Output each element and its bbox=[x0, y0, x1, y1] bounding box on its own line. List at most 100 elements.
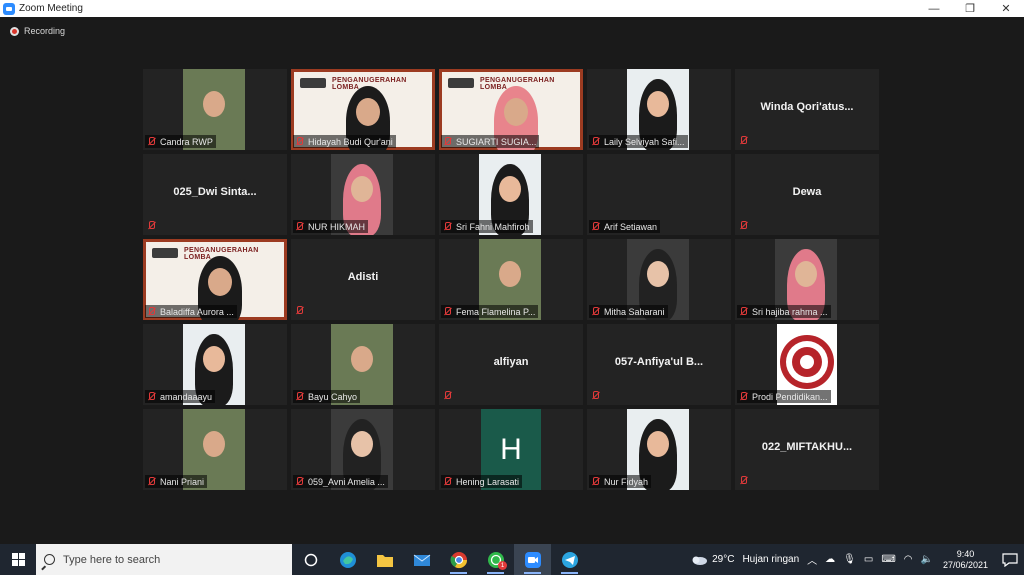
participant-name-label: Nani Priani bbox=[145, 475, 208, 488]
participant-tile[interactable]: Dewa bbox=[735, 154, 879, 235]
participant-tile[interactable]: Candra RWP bbox=[143, 69, 287, 150]
zoom-taskbar-button[interactable] bbox=[514, 544, 551, 575]
mail-icon bbox=[413, 554, 430, 566]
muted-mic-icon bbox=[591, 221, 600, 232]
participant-tile[interactable]: Nani Priani bbox=[143, 409, 287, 490]
participant-display-name: alfiyan bbox=[493, 356, 529, 368]
participant-tile[interactable]: Nur Fidyah bbox=[587, 409, 731, 490]
participant-tile[interactable]: PENGANUGERAHAN LOMBA Hidayah Budi Qur'ani bbox=[291, 69, 435, 150]
muted-mic-icon bbox=[443, 136, 452, 147]
participant-display-name: Adisti bbox=[347, 271, 379, 283]
participant-tile[interactable]: 025_Dwi Sinta... bbox=[143, 154, 287, 235]
participant-name-label: Bayu Cahyo bbox=[293, 390, 361, 403]
participant-name: Mitha Saharani bbox=[604, 306, 665, 317]
chevron-up-icon[interactable]: ︿ bbox=[807, 552, 817, 567]
participant-tile[interactable]: PENGANUGERAHAN LOMBA SUGIARTI SUGIA... bbox=[439, 69, 583, 150]
system-tray: 29°C Hujan ringan ︿ ☁ 🎙 ▭ ⌨ ◠ 🔈 9:40 27/… bbox=[690, 544, 1024, 575]
person-face bbox=[795, 261, 817, 287]
task-view-icon bbox=[304, 553, 317, 566]
notification-center-button[interactable] bbox=[996, 544, 1024, 575]
task-view-button[interactable] bbox=[292, 544, 329, 575]
participant-name-label: Mitha Saharani bbox=[589, 305, 668, 318]
participant-tile[interactable]: PENGANUGERAHAN LOMBA Baladiffa Aurora ... bbox=[143, 239, 287, 320]
participant-tile[interactable]: Fema Flamelina P... bbox=[439, 239, 583, 320]
muted-mic-icon bbox=[295, 221, 304, 232]
participant-tile[interactable]: 057-Anfiya'ul B... bbox=[587, 324, 731, 405]
participant-name-label: Hidayah Budi Qur'ani bbox=[293, 135, 396, 148]
recording-indicator[interactable]: Recording bbox=[10, 26, 65, 36]
edge-button[interactable] bbox=[329, 544, 366, 575]
participant-name-label: Sri hajiba rahma ... bbox=[737, 305, 831, 318]
participant-name: Candra RWP bbox=[160, 136, 213, 147]
participant-name: Prodi Pendidikan... bbox=[752, 391, 828, 402]
battery-icon[interactable]: ▭ bbox=[864, 554, 873, 565]
wifi-icon[interactable]: ◠ bbox=[904, 554, 913, 565]
participant-tile[interactable]: Laily Selviyah Safi... bbox=[587, 69, 731, 150]
taskbar-search[interactable]: Type here to search bbox=[36, 544, 292, 575]
university-seal-icon bbox=[780, 335, 834, 389]
restore-button[interactable]: ❐ bbox=[952, 0, 988, 17]
participant-tile[interactable]: Adisti bbox=[291, 239, 435, 320]
presenter-face bbox=[356, 98, 380, 126]
muted-mic-icon bbox=[443, 221, 452, 232]
chrome-button[interactable] bbox=[440, 544, 477, 575]
participant-name-label: Hening Larasati bbox=[441, 475, 523, 488]
person-face bbox=[203, 346, 225, 372]
participant-name-label: Prodi Pendidikan... bbox=[737, 390, 831, 403]
participant-name-label: Fema Flamelina P... bbox=[441, 305, 539, 318]
participant-tile[interactable]: amandaaayu bbox=[143, 324, 287, 405]
volume-icon[interactable]: 🔈 bbox=[921, 554, 933, 565]
microphone-icon[interactable]: 🎙 bbox=[843, 554, 856, 565]
clock-date: 27/06/2021 bbox=[942, 559, 988, 570]
onedrive-icon[interactable]: ☁ bbox=[825, 554, 835, 565]
participant-name: Bayu Cahyo bbox=[308, 391, 358, 402]
keyboard-icon[interactable]: ⌨ bbox=[881, 554, 895, 565]
participant-tile[interactable]: Prodi Pendidikan... bbox=[735, 324, 879, 405]
weather-temp[interactable]: 29°C bbox=[712, 554, 734, 565]
telegram-button[interactable] bbox=[551, 544, 588, 575]
muted-mic-icon bbox=[295, 306, 304, 316]
participant-tile[interactable]: alfiyan bbox=[439, 324, 583, 405]
participant-name: Sri hajiba rahma ... bbox=[752, 306, 828, 317]
minimize-button[interactable]: — bbox=[916, 0, 952, 17]
start-button[interactable] bbox=[0, 544, 36, 575]
notification-icon bbox=[1002, 552, 1018, 567]
participant-name-label: SUGIARTI SUGIA... bbox=[441, 135, 540, 148]
muted-mic-icon bbox=[147, 306, 156, 317]
participant-name-label: Candra RWP bbox=[145, 135, 216, 148]
clock[interactable]: 9:40 27/06/2021 bbox=[943, 549, 988, 571]
participant-tile[interactable]: Sri Fahni Mahfiroh bbox=[439, 154, 583, 235]
search-placeholder: Type here to search bbox=[63, 553, 161, 566]
chrome-icon bbox=[450, 551, 467, 568]
taskbar: Type here to search 1 29°C Hujan ringan … bbox=[0, 544, 1024, 575]
participant-tile[interactable]: Arif Setiawan bbox=[587, 154, 731, 235]
muted-mic-icon bbox=[147, 221, 156, 231]
zoom-app-icon bbox=[3, 2, 15, 15]
participant-tile[interactable]: 059_Avni Amelia ... bbox=[291, 409, 435, 490]
participant-name: Arif Setiawan bbox=[604, 221, 658, 232]
participant-tile[interactable]: NUR HIKMAH bbox=[291, 154, 435, 235]
slide-title: PENGANUGERAHAN LOMBA bbox=[480, 77, 555, 91]
weather-desc[interactable]: Hujan ringan bbox=[742, 554, 799, 565]
file-explorer-button[interactable] bbox=[366, 544, 403, 575]
participant-name: Nani Priani bbox=[160, 476, 205, 487]
participant-tile[interactable]: H Hening Larasati bbox=[439, 409, 583, 490]
participant-tile[interactable]: 022_MIFTAKHU... bbox=[735, 409, 879, 490]
muted-mic-icon bbox=[147, 476, 156, 487]
participant-name: Baladiffa Aurora ... bbox=[160, 306, 234, 317]
mail-button[interactable] bbox=[403, 544, 440, 575]
telegram-icon bbox=[561, 551, 578, 568]
participant-name-label: NUR HIKMAH bbox=[293, 220, 369, 233]
participant-tile[interactable]: Mitha Saharani bbox=[587, 239, 731, 320]
muted-mic-icon bbox=[147, 136, 156, 147]
muted-mic-icon bbox=[591, 136, 600, 147]
participant-tile[interactable]: Sri hajiba rahma ... bbox=[735, 239, 879, 320]
whatsapp-button[interactable]: 1 bbox=[477, 544, 514, 575]
participant-tile[interactable]: Winda Qori'atus... bbox=[735, 69, 879, 150]
windows-icon bbox=[11, 553, 25, 566]
folder-icon bbox=[376, 554, 393, 567]
participant-tile[interactable]: Bayu Cahyo bbox=[291, 324, 435, 405]
meeting-stage: Recording Candra RWP PENGANUGERAHAN LOMBA… bbox=[0, 17, 1024, 544]
participant-name: Laily Selviyah Safi... bbox=[604, 136, 685, 147]
close-button[interactable]: ✕ bbox=[988, 0, 1024, 17]
